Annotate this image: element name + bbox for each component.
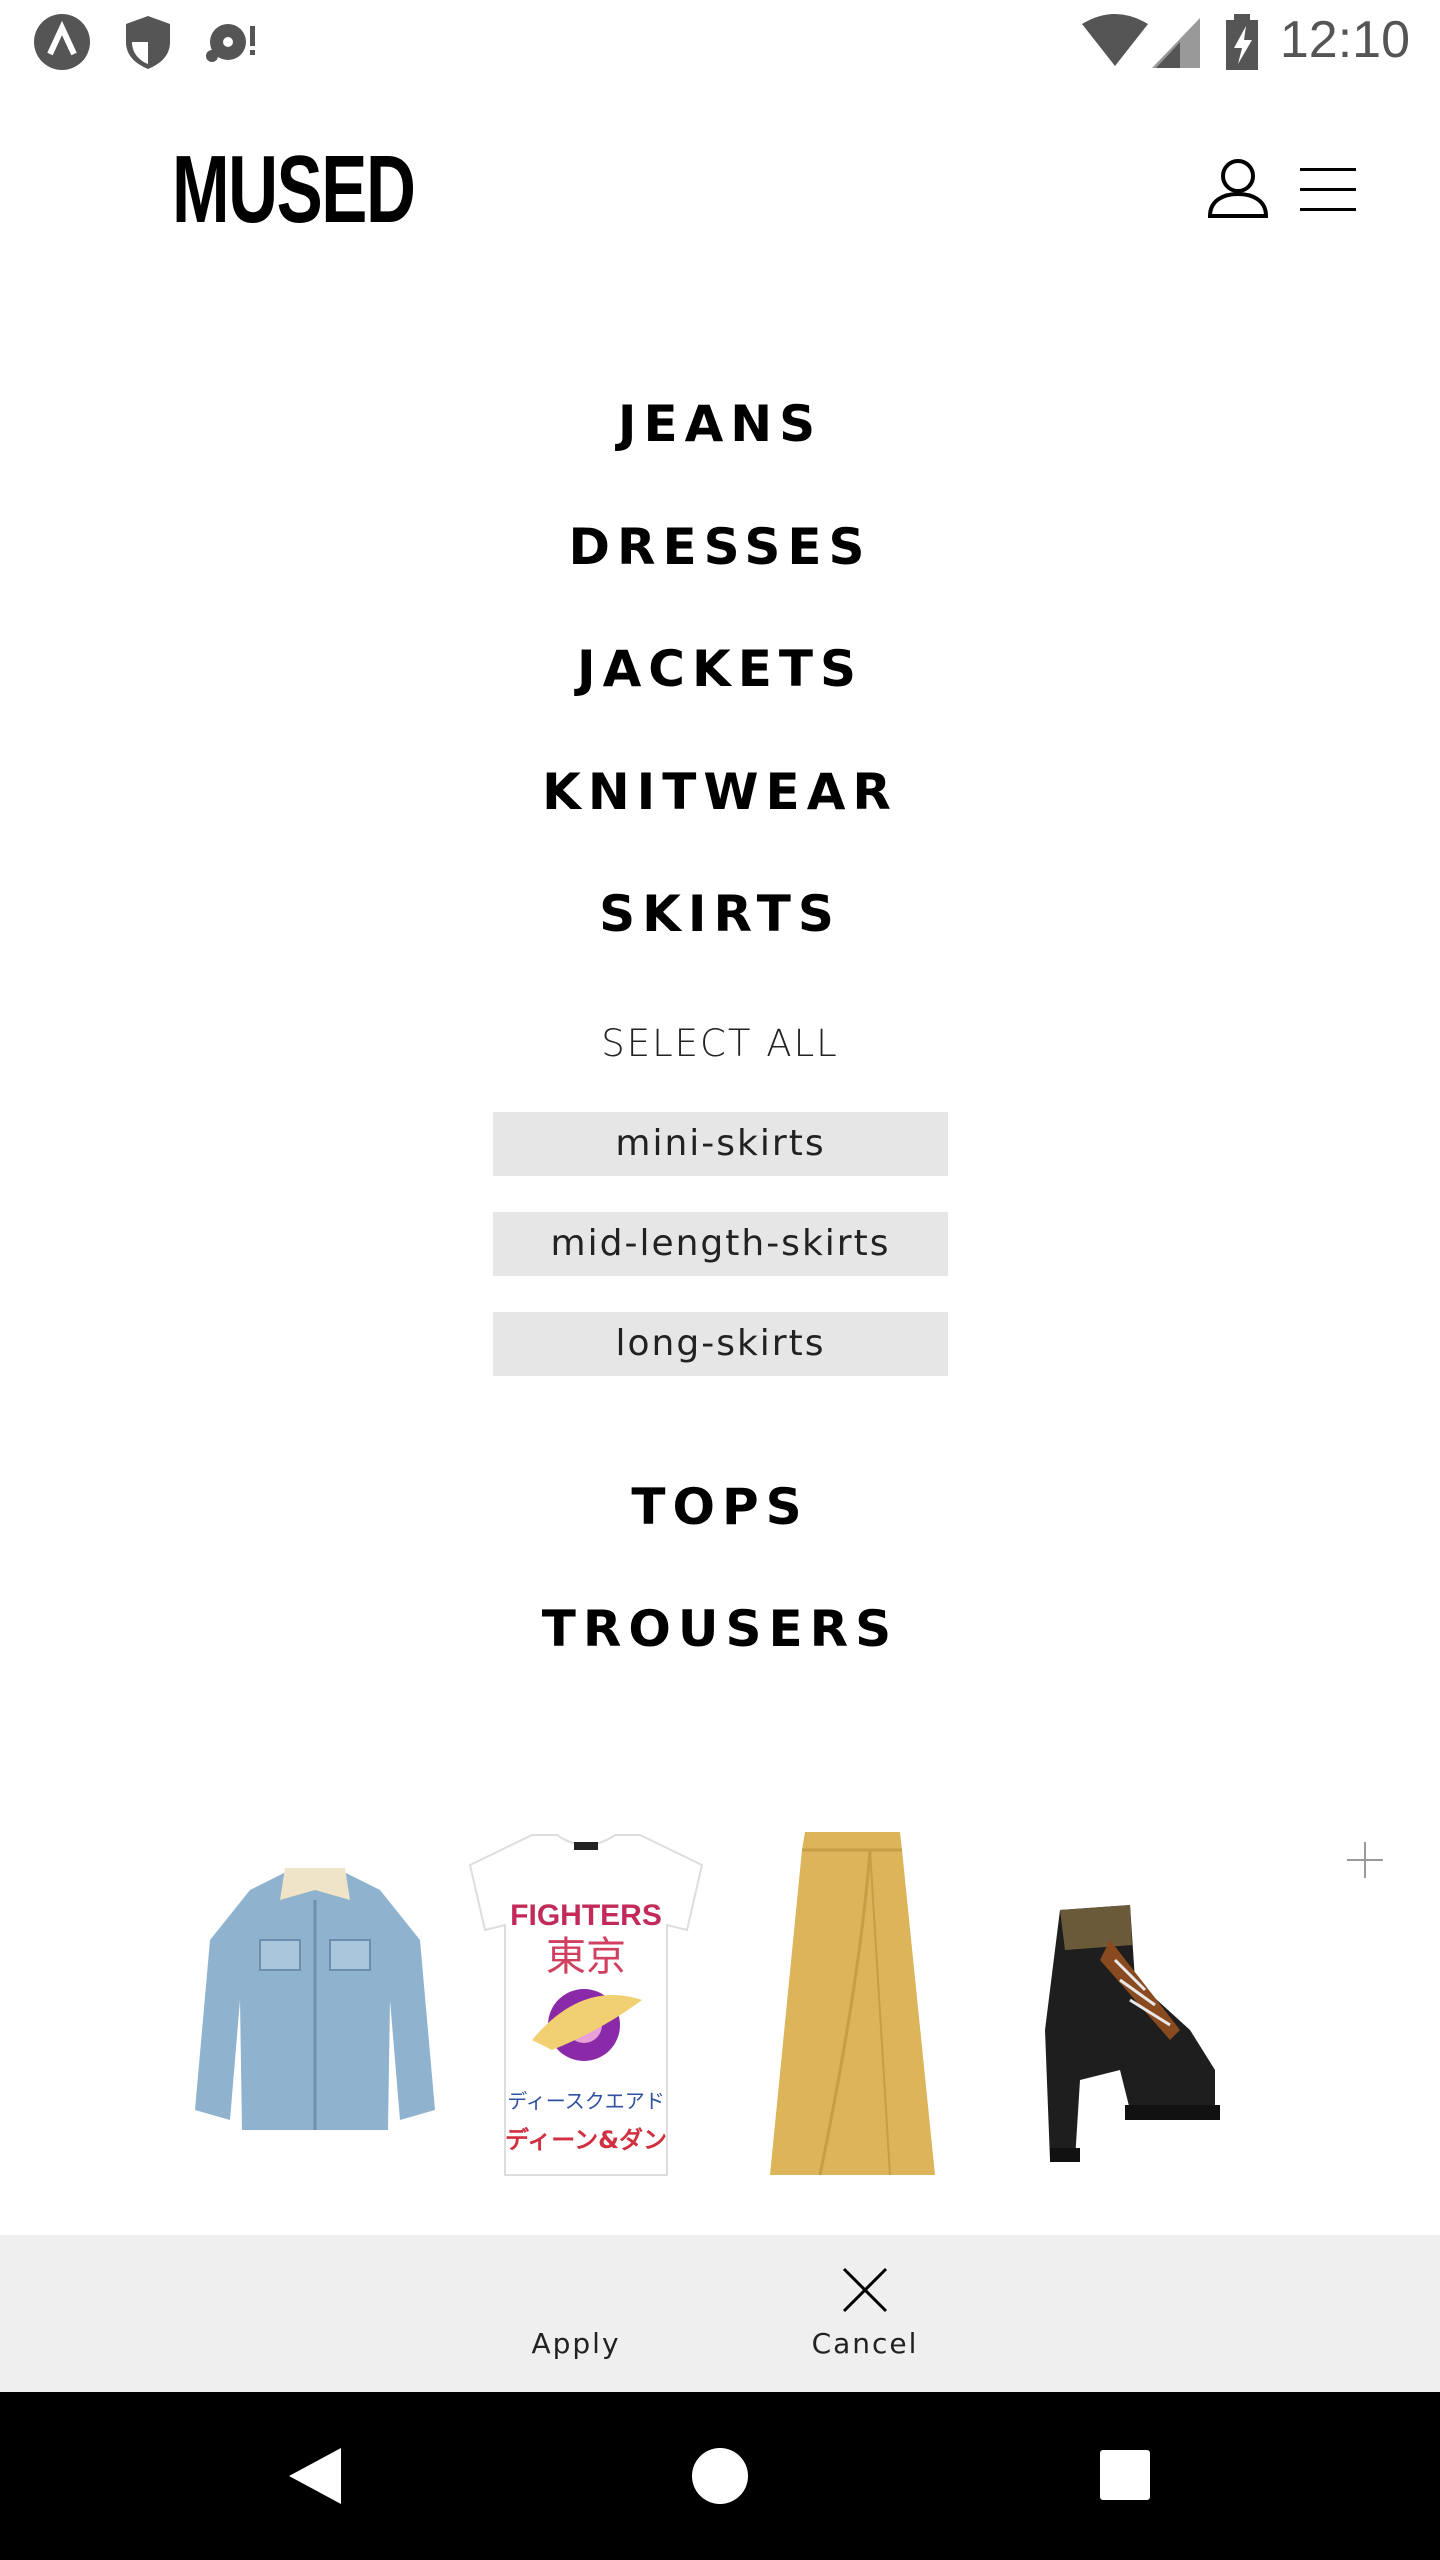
product-mustard-midi-skirt[interactable] xyxy=(760,1830,946,2180)
product-fighters-tshirt[interactable]: FIGHTERS 東京 ディースクエアド ディーン&ダン xyxy=(462,1830,710,2180)
wifi-icon xyxy=(1082,14,1148,66)
category-tops[interactable]: TOPS xyxy=(0,1472,1440,1542)
shield-icon xyxy=(126,16,170,69)
tshirt-print-fighters: FIGHTERS xyxy=(510,1899,662,1932)
navigation-bar xyxy=(0,2392,1440,2560)
subcategory-long-skirts[interactable]: long-skirts xyxy=(493,1312,948,1376)
category-dresses[interactable]: DRESSES xyxy=(0,512,1440,582)
close-icon[interactable] xyxy=(840,2265,890,2315)
recents-icon[interactable] xyxy=(1098,2448,1152,2502)
category-knitwear[interactable]: KNITWEAR xyxy=(0,757,1440,827)
action-bar: Apply Cancel xyxy=(0,2235,1440,2392)
subcategory-mini-skirts[interactable]: mini-skirts xyxy=(493,1112,948,1176)
tshirt-print-tokyo: 東京 xyxy=(546,1934,626,1980)
category-jeans[interactable]: JEANS xyxy=(0,389,1440,459)
status-bar: 12:10 xyxy=(0,0,1440,84)
logo[interactable]: MUSED xyxy=(172,140,416,240)
subcategory-mid-length-skirts[interactable]: mid-length-skirts xyxy=(493,1212,948,1276)
cancel-button[interactable]: Cancel xyxy=(790,2327,940,2360)
clock: 12:10 xyxy=(1279,11,1410,69)
app-a-icon xyxy=(34,14,90,70)
battery-charging-icon xyxy=(1226,14,1258,70)
product-denim-jacket[interactable] xyxy=(190,1830,440,2180)
category-skirts[interactable]: SKIRTS xyxy=(0,879,1440,949)
plus-icon[interactable] xyxy=(1345,1840,1385,1880)
home-icon[interactable] xyxy=(690,2446,750,2506)
select-all-button[interactable]: SELECT ALL xyxy=(0,1022,1440,1066)
menu-icon[interactable] xyxy=(1288,150,1368,230)
media-alert-icon xyxy=(206,24,255,62)
category-jackets[interactable]: JACKETS xyxy=(0,634,1440,704)
tshirt-print-katakana-1: ディースクエアド xyxy=(507,2089,665,2113)
product-lace-up-heeled-boot[interactable] xyxy=(1020,1830,1220,2180)
signal-icon xyxy=(1152,18,1200,68)
tshirt-print-katakana-2: ディーン&ダン xyxy=(505,2126,667,2154)
account-icon[interactable] xyxy=(1198,150,1278,230)
back-icon[interactable] xyxy=(285,2444,345,2508)
category-trousers[interactable]: TROUSERS xyxy=(0,1594,1440,1664)
apply-button[interactable]: Apply xyxy=(500,2327,652,2360)
